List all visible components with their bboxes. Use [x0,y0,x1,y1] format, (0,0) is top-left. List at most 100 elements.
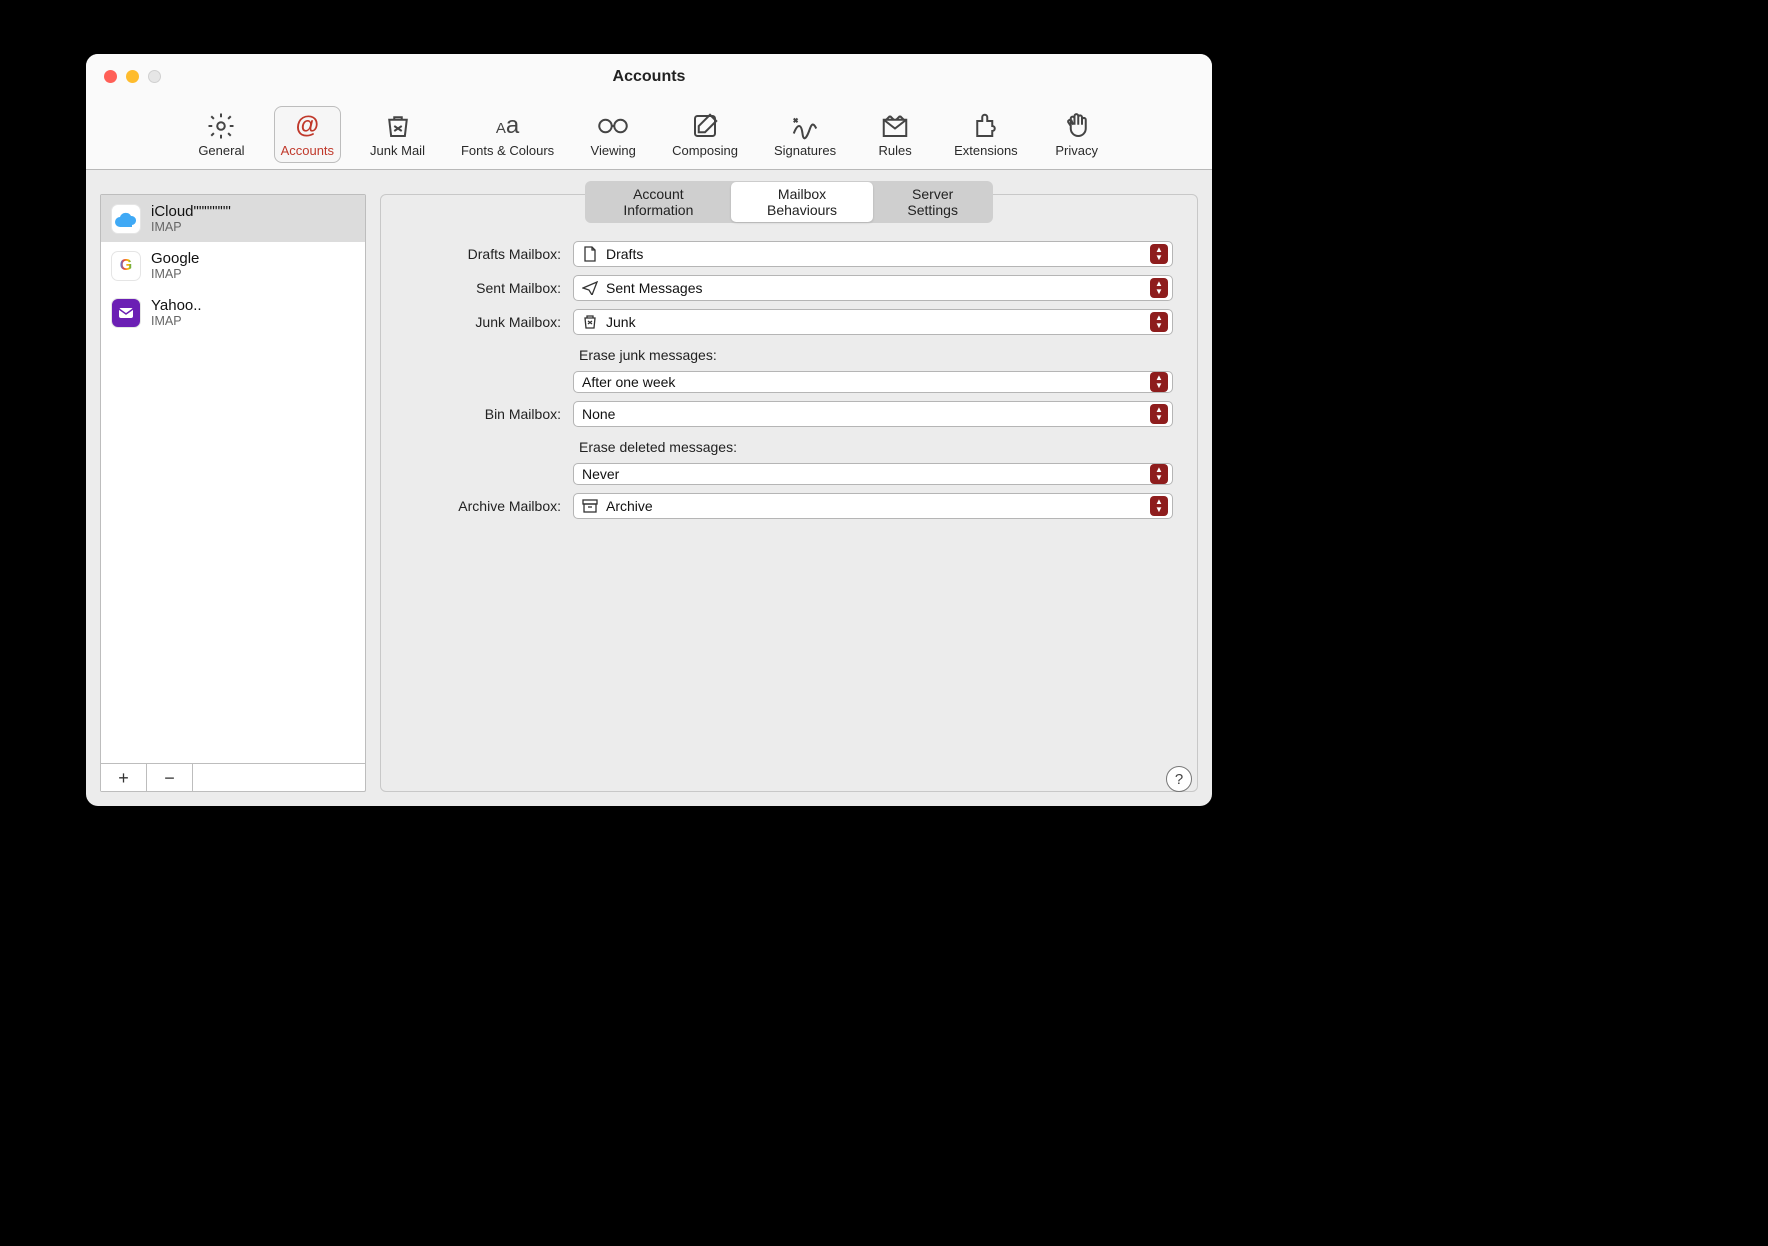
toolbar-label: Accounts [281,143,334,158]
junk-icon [383,111,413,141]
archive-icon [582,499,598,513]
rules-icon [880,111,910,141]
label-drafts: Drafts Mailbox: [405,246,561,262]
popup-erase-junk[interactable]: After one week [573,371,1173,393]
account-subtitle: IMAP [151,220,231,234]
at-icon: @ [296,111,319,141]
row-junk: Junk Mailbox: Junk [405,309,1173,335]
gear-icon [206,111,236,141]
account-text: Yahoo.. IMAP [151,297,202,328]
label-sent: Sent Mailbox: [405,280,561,296]
toolbar-label: Fonts & Colours [461,143,554,158]
hand-icon [1062,111,1092,141]
toolbar-junkmail[interactable]: Junk Mail [363,106,432,163]
detail-pane: Account Information Mailbox Behaviours S… [380,194,1198,792]
chevron-up-down-icon [1150,496,1168,516]
label-junk: Junk Mailbox: [405,314,561,330]
toolbar-accounts[interactable]: @ Accounts [274,106,341,163]
label-erase-junk: Erase junk messages: [573,343,1173,363]
junk-icon [582,315,598,329]
icloud-icon [111,204,141,234]
fonts-icon: Aa [496,111,519,141]
titlebar: Accounts General @ Accounts Junk Mail Aa… [86,54,1212,170]
popup-value: Archive [606,498,1142,514]
popup-sent-mailbox[interactable]: Sent Messages [573,275,1173,301]
account-subtitle: IMAP [151,314,202,328]
accounts-list: iCloud""""""" IMAP G Google IMAP [101,195,365,763]
preferences-window: Accounts General @ Accounts Junk Mail Aa… [86,54,1212,806]
row-sent: Sent Mailbox: Sent Messages [405,275,1173,301]
account-subtitle: IMAP [151,267,199,281]
label-archive: Archive Mailbox: [405,498,561,514]
toolbar-label: Extensions [954,143,1018,158]
toolbar-viewing[interactable]: Viewing [583,106,643,163]
add-account-button[interactable]: + [101,764,147,791]
account-name: iCloud""""""" [151,203,231,220]
toolbar-rules[interactable]: Rules [865,106,925,163]
accounts-sidebar: iCloud""""""" IMAP G Google IMAP [100,194,366,792]
chevron-up-down-icon [1150,312,1168,332]
yahoo-icon [111,298,141,328]
label-erase-deleted: Erase deleted messages: [573,435,1173,455]
popup-drafts-mailbox[interactable]: Drafts [573,241,1173,267]
popup-archive-mailbox[interactable]: Archive [573,493,1173,519]
toolbar-extensions[interactable]: Extensions [947,106,1025,163]
popup-erase-deleted[interactable]: Never [573,463,1173,485]
toolbar-label: Rules [878,143,911,158]
compose-icon [690,111,720,141]
account-row-yahoo[interactable]: Yahoo.. IMAP [101,289,365,336]
chevron-up-down-icon [1150,464,1168,484]
row-archive: Archive Mailbox: Archive [405,493,1173,519]
account-row-icloud[interactable]: iCloud""""""" IMAP [101,195,365,242]
signature-icon [790,111,820,141]
account-text: Google IMAP [151,250,199,281]
popup-value: Never [582,466,1142,482]
popup-value: None [582,406,1142,422]
chevron-up-down-icon [1150,404,1168,424]
window-title: Accounts [86,68,1212,86]
tab-account-information[interactable]: Account Information [586,182,731,222]
chevron-up-down-icon [1150,244,1168,264]
paperplane-icon [582,281,598,295]
puzzle-icon [971,111,1001,141]
popup-bin-mailbox[interactable]: None [573,401,1173,427]
prefs-toolbar: General @ Accounts Junk Mail Aa Fonts & … [86,106,1212,163]
row-bin: Bin Mailbox: None [405,401,1173,427]
toolbar-signatures[interactable]: Signatures [767,106,843,163]
help-label: ? [1175,771,1183,788]
document-icon [582,246,598,262]
detail-tabs: Account Information Mailbox Behaviours S… [585,181,993,223]
toolbar-composing[interactable]: Composing [665,106,745,163]
row-drafts: Drafts Mailbox: Drafts [405,241,1173,267]
toolbar-label: Viewing [591,143,636,158]
popup-value: Sent Messages [606,280,1142,296]
toolbar-general[interactable]: General [191,106,251,163]
tab-mailbox-behaviours[interactable]: Mailbox Behaviours [731,182,874,222]
content-area: iCloud""""""" IMAP G Google IMAP [86,170,1212,806]
label-bin: Bin Mailbox: [405,406,561,422]
toolbar-fonts[interactable]: Aa Fonts & Colours [454,106,561,163]
toolbar-label: General [198,143,244,158]
toolbar-label: Signatures [774,143,836,158]
help-button[interactable]: ? [1166,766,1192,792]
popup-value: Junk [606,314,1142,330]
toolbar-privacy[interactable]: Privacy [1047,106,1107,163]
account-name: Yahoo.. [151,297,202,314]
remove-account-button[interactable]: − [147,764,193,791]
account-name: Google [151,250,199,267]
glasses-icon [598,111,628,141]
chevron-up-down-icon [1150,278,1168,298]
toolbar-label: Composing [672,143,738,158]
popup-value: Drafts [606,246,1142,262]
toolbar-label: Privacy [1055,143,1098,158]
sidebar-footer: + − [101,763,365,791]
popup-value: After one week [582,374,1142,390]
account-row-google[interactable]: G Google IMAP [101,242,365,289]
account-text: iCloud""""""" IMAP [151,203,231,234]
tab-server-settings[interactable]: Server Settings [873,182,992,222]
popup-junk-mailbox[interactable]: Junk [573,309,1173,335]
toolbar-label: Junk Mail [370,143,425,158]
mailbox-behaviours-form: Drafts Mailbox: Drafts Sent Mailbox: [405,241,1173,519]
chevron-up-down-icon [1150,372,1168,392]
google-icon: G [111,251,141,281]
